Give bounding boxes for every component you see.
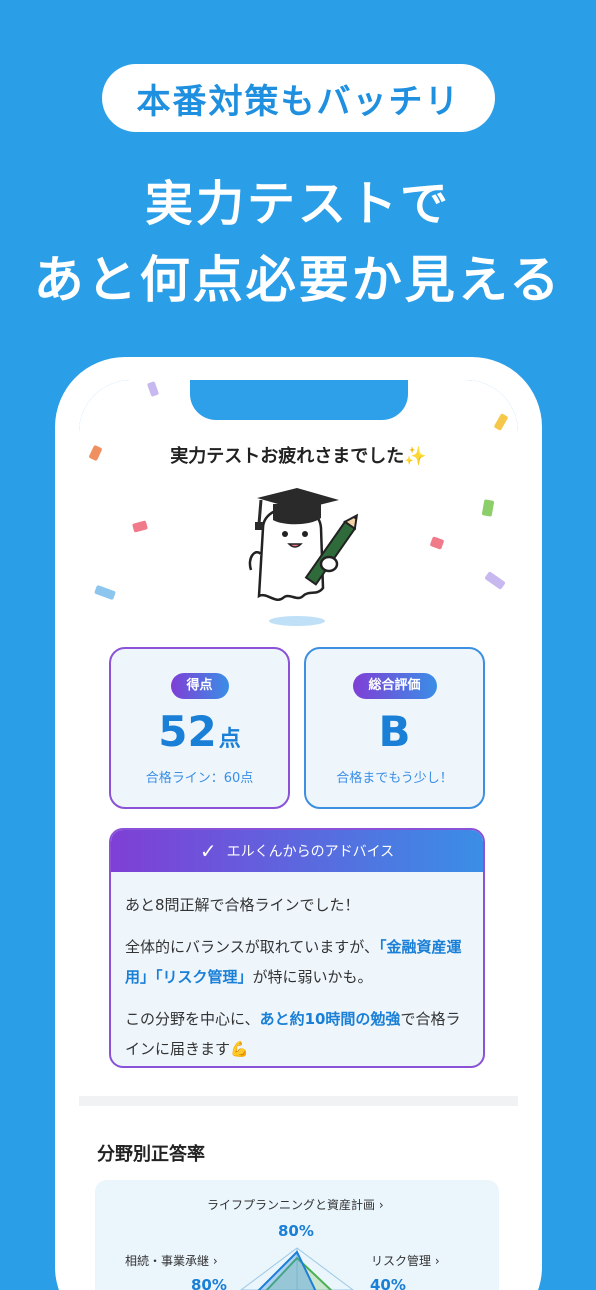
score-value: 52 bbox=[158, 707, 217, 756]
phone-bezel: 実力テストお疲れさまでした✨ 得点 52点 合格ライン：60点 総合評価 B 合… bbox=[79, 380, 518, 1290]
advice-header-label: エルくんからのアドバイス bbox=[226, 844, 395, 860]
score-card: 得点 52点 合格ライン：60点 bbox=[109, 647, 290, 809]
evaluation-comment: 合格までもう少し！ bbox=[336, 771, 453, 786]
score-value-wrap: 52点 bbox=[111, 707, 288, 756]
promo-badge: 本番対策もバッチリ bbox=[102, 64, 495, 132]
confetti-piece bbox=[94, 584, 116, 601]
radar-chart-shape bbox=[240, 1247, 354, 1290]
confetti-piece bbox=[132, 520, 148, 533]
weak-field-highlight: 「リスク管理」 bbox=[155, 968, 253, 986]
confetti-piece bbox=[146, 381, 160, 397]
study-time-highlight: あと約10時間の勉強 bbox=[259, 1010, 401, 1028]
section-title: 分野別正答率 bbox=[97, 1144, 205, 1165]
check-icon: ✓ bbox=[199, 839, 217, 863]
headline-line-1: 実力テストで bbox=[144, 176, 451, 232]
app-screen: 実力テストお疲れさまでした✨ 得点 52点 合格ライン：60点 総合評価 B 合… bbox=[79, 380, 518, 1290]
advice-text: 全体的にバランスが取れていますが、 bbox=[125, 938, 379, 956]
section-divider bbox=[79, 1096, 518, 1106]
advice-box: ✓ エルくんからのアドバイス あと8問正解で合格ラインでした！ 全体的にバランス… bbox=[109, 828, 485, 1068]
advice-paragraph-2: 全体的にバランスが取れていますが、「金融資産運用」「リスク管理」が特に弱いかも。 bbox=[125, 932, 469, 992]
confetti-piece bbox=[429, 536, 445, 550]
evaluation-grade-wrap: B bbox=[306, 707, 483, 756]
advice-text: この分野を中心に、 bbox=[125, 1010, 260, 1028]
evaluation-grade: B bbox=[378, 707, 411, 756]
score-badge: 得点 bbox=[170, 673, 229, 699]
evaluation-badge: 総合評価 bbox=[352, 673, 437, 699]
confetti-piece bbox=[493, 413, 509, 431]
advice-body: あと8問正解で合格ラインでした！ 全体的にバランスが取れていますが、「金融資産運… bbox=[111, 872, 483, 1064]
advice-paragraph-3: この分野を中心に、あと約10時間の勉強で合格ラインに届きます💪 bbox=[125, 1004, 469, 1064]
advice-paragraph-1: あと8問正解で合格ラインでした！ bbox=[125, 896, 360, 914]
score-unit: 点 bbox=[218, 727, 241, 752]
advice-header: ✓ エルくんからのアドバイス bbox=[111, 830, 483, 872]
evaluation-card: 総合評価 B 合格までもう少し！ bbox=[304, 647, 485, 809]
advice-text: が特に弱いかも。 bbox=[252, 968, 373, 986]
pass-line-text: 合格ライン：60点 bbox=[145, 771, 254, 786]
radar-chart-card: ライフプランニングと資産計画 › 80% 相続・事業承継 › 80% リスク管理… bbox=[95, 1180, 499, 1290]
phone-notch bbox=[190, 380, 408, 420]
confetti-piece bbox=[484, 571, 506, 590]
confetti-piece bbox=[481, 499, 495, 517]
headline-line-2: あと何点必要か見える bbox=[33, 251, 563, 309]
mascot-ghost-icon bbox=[248, 488, 359, 626]
result-title: 実力テストお疲れさまでした✨ bbox=[170, 446, 427, 467]
